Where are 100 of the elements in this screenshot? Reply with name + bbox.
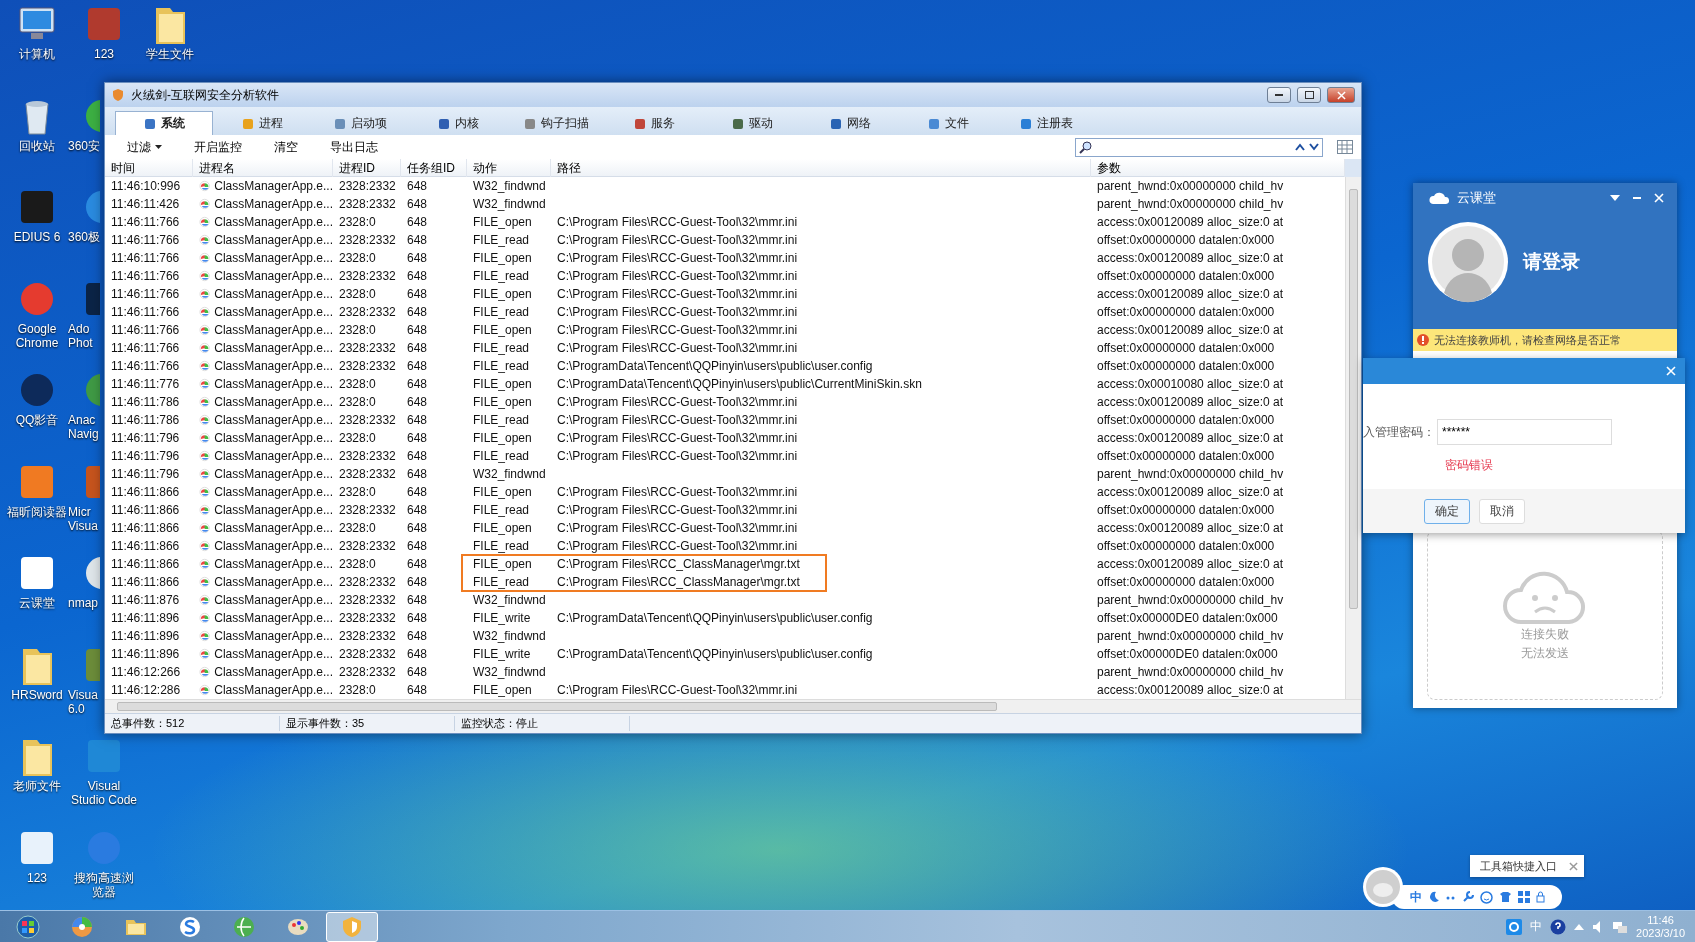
table-cell-text: FILE_open <box>472 557 533 571</box>
table-cell-text: 648 <box>406 395 429 409</box>
table-cell-text: access:0x00120089 alloc_size:0 at <box>1096 557 1285 571</box>
tab-icon <box>927 117 940 130</box>
close-button[interactable] <box>1327 87 1355 103</box>
app-icon <box>199 180 211 192</box>
minimize-button[interactable] <box>1267 87 1291 103</box>
scrollbar-thumb[interactable] <box>117 702 997 711</box>
smiley-icon[interactable] <box>1480 890 1493 904</box>
table-cell-text: FILE_write <box>472 611 532 625</box>
table-cell: ClassManagerApp.e... <box>214 251 333 265</box>
table-cell: ClassManagerApp.e... <box>214 665 333 679</box>
tab[interactable]: 注册表 <box>997 111 1095 135</box>
scrollbar-thumb[interactable] <box>1349 189 1358 609</box>
table-cell-text: 11:46:11:866 <box>110 557 181 571</box>
table-cell-text: offset:0x00000000 datalen:0x000 <box>1096 575 1276 589</box>
table-cell-text: 648 <box>406 323 429 337</box>
table-cell-text: offset:0x00000000 datalen:0x000 <box>1096 341 1276 355</box>
table-cell-text: 11:46:11:766 <box>110 269 181 283</box>
icon-label: 123 <box>26 870 48 885</box>
tab-icon <box>333 117 346 130</box>
tab[interactable]: 驱动 <box>703 111 801 135</box>
maximize-button[interactable] <box>1297 87 1321 103</box>
grid-icon[interactable] <box>1518 891 1530 903</box>
taskbar-button[interactable] <box>326 911 378 942</box>
table-cell-text: 2328:0 <box>338 431 377 445</box>
icon-label: 福昕阅读器 <box>6 504 68 519</box>
maximize-icon <box>1304 91 1314 99</box>
table-cell-text: offset:0x00000DE0 datalen:0x000 <box>1096 647 1279 661</box>
network-icon[interactable] <box>1612 919 1629 934</box>
table-cell-text: C:\Program Files\RCC-Guest-Tool\32\mmr.ini <box>556 683 799 697</box>
ime-mode[interactable]: 中 <box>1410 888 1422 906</box>
icon-label: 360极 <box>68 230 102 244</box>
table-cell: ClassManagerApp.e... <box>214 413 333 427</box>
tab[interactable]: 钩子扫描 <box>507 111 605 135</box>
table-cell-text: offset:0x00000000 datalen:0x000 <box>1096 233 1276 247</box>
table-cell-text: C:\ProgramData\Tencent\QQPinyin\users\public\user.config <box>556 359 874 373</box>
table-cell-text: C:\Program Files\RCC-Guest-Tool\32\mmr.ini <box>556 431 799 445</box>
alert-icon <box>1417 334 1429 346</box>
tab[interactable]: 进程 <box>213 111 311 135</box>
app-icon <box>199 666 211 678</box>
tab[interactable]: 文件 <box>899 111 997 135</box>
app-icon[interactable] <box>1506 918 1523 935</box>
panel-title: 云课堂 <box>1457 189 1497 207</box>
table-cell-text: access:0x00120089 alloc_size:0 at <box>1096 287 1285 301</box>
password-field[interactable]: ****** <box>1437 419 1612 445</box>
table-cell: ClassManagerApp.e... <box>214 683 333 697</box>
table-cell-text: access:0x00120089 alloc_size:0 at <box>1096 215 1285 229</box>
icon-label: 云课堂 <box>18 596 56 610</box>
lock-icon[interactable] <box>1536 891 1545 903</box>
table-cell-text: 648 <box>406 305 429 319</box>
table-cell-text: 648 <box>406 377 429 391</box>
table-cell-text: C:\Program Files\RCC-Guest-Tool\32\mmr.ini <box>556 215 799 229</box>
table-cell-text: 648 <box>406 539 429 553</box>
tab[interactable]: 系统 <box>115 111 213 135</box>
grid-icon[interactable] <box>1337 140 1353 154</box>
app-icon <box>199 684 211 696</box>
help-icon[interactable] <box>1550 918 1567 935</box>
app-icon <box>199 468 211 480</box>
toolbar-button[interactable]: 开启监控 <box>180 137 256 157</box>
tab[interactable]: 启动项 <box>311 111 409 135</box>
icon-label: QQ影音 <box>14 413 60 427</box>
dialog-button[interactable]: 取消 <box>1479 498 1525 524</box>
table-cell-text: 648 <box>406 521 429 535</box>
table-cell: ClassManagerApp.e... <box>214 269 333 283</box>
icon-label: 计算机 <box>18 47 56 61</box>
dialog-button[interactable]: 确定 <box>1424 498 1470 524</box>
tab[interactable]: 内核 <box>409 111 507 135</box>
wrench-icon[interactable] <box>1462 891 1474 903</box>
table-cell-text: FILE_open <box>472 251 533 265</box>
table-cell: ClassManagerApp.e... <box>214 179 333 193</box>
tab-icon <box>437 117 450 130</box>
table-cell-text: FILE_open <box>472 521 533 535</box>
app-icon <box>199 540 211 552</box>
table-cell-text: 2328:0 <box>338 377 377 391</box>
tab[interactable]: 网络 <box>801 111 899 135</box>
table-cell-text: C:\Program Files\RCC-Guest-Tool\32\mmr.ini <box>556 305 799 319</box>
table-cell-text: 648 <box>406 647 429 661</box>
moon-icon[interactable] <box>1428 891 1440 903</box>
table-cell-text: 2328:0 <box>338 557 377 571</box>
login-prompt[interactable]: 请登录 <box>1523 249 1580 275</box>
search-field[interactable] <box>1075 137 1323 157</box>
icon-label: 老师文件 <box>12 779 62 793</box>
shirt-icon[interactable] <box>1499 891 1512 903</box>
scrollbar[interactable] <box>105 699 1361 713</box>
app-icon <box>199 648 211 660</box>
tooltip-text: 工具箱快捷入口 <box>1480 858 1557 874</box>
table-cell-text: 648 <box>406 341 429 355</box>
scrollbar[interactable] <box>1345 177 1361 699</box>
toolbar-button[interactable]: 过滤 <box>113 137 176 157</box>
table-cell-text: 2328:0 <box>338 323 377 337</box>
table-cell-text: FILE_open <box>472 683 533 697</box>
table-cell-text: C:\Program Files\RCC_ClassManager\mgr.txt <box>556 557 801 571</box>
table-cell-text: C:\Program Files\RCC-Guest-Tool\32\mmr.ini <box>556 413 799 427</box>
app-icon <box>16 914 40 939</box>
table-cell-text: 648 <box>406 629 429 643</box>
tab[interactable]: 服务 <box>605 111 703 135</box>
table-cell-text: parent_hwnd:0x00000000 child_hv <box>1096 197 1285 211</box>
toolbar-button[interactable]: 导出日志 <box>316 137 392 157</box>
toolbar-button[interactable]: 清空 <box>260 137 312 157</box>
